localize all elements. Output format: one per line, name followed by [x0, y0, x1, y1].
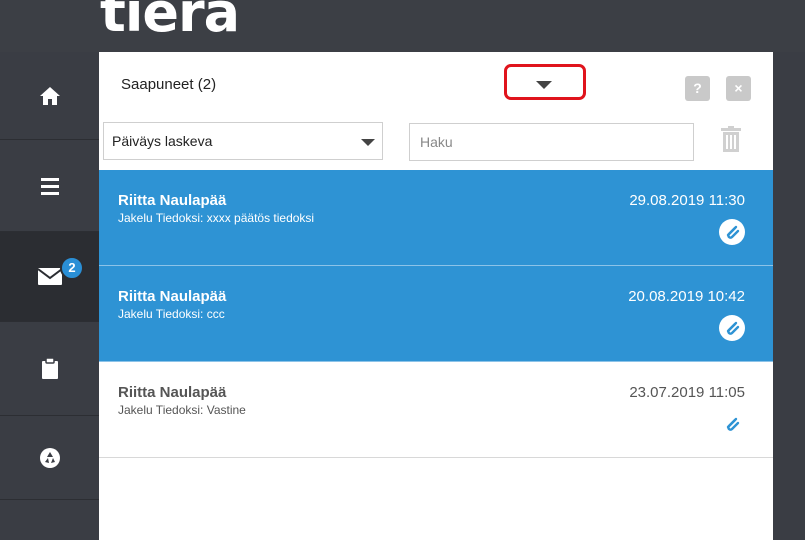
recycle-icon [39, 447, 61, 469]
chevron-down-icon [536, 81, 552, 89]
sidebar-item-home[interactable] [0, 52, 99, 140]
unread-badge: 2 [60, 256, 84, 280]
message-subject: Jakelu Tiedoksi: ccc [118, 307, 225, 321]
sort-select-value: Päiväys laskeva [112, 133, 213, 149]
message-date: 29.08.2019 11:30 [629, 192, 745, 209]
attachment-icon [719, 219, 745, 245]
mail-icon [37, 268, 62, 285]
message-row[interactable]: Riitta Naulapää Jakelu Tiedoksi: Vastine… [99, 362, 773, 458]
sort-select[interactable]: Päiväys laskeva [103, 122, 383, 160]
sidebar: 2 [0, 52, 99, 540]
message-subject: Jakelu Tiedoksi: xxxx päätös tiedoksi [118, 211, 315, 225]
sidebar-item-menu[interactable] [0, 140, 99, 232]
menu-icon [40, 177, 59, 195]
help-button[interactable]: ? [685, 76, 710, 101]
app-root: tiera 2 Saapuneet (2) ? × Päiväys laskev… [0, 0, 805, 540]
trash-icon[interactable] [721, 126, 741, 157]
right-edge-bar [773, 52, 805, 540]
message-date: 20.08.2019 10:42 [628, 288, 745, 305]
home-icon [39, 86, 61, 106]
chevron-down-icon [361, 139, 375, 146]
attachment-icon [719, 411, 745, 437]
message-sender: Riitta Naulapää [118, 384, 227, 401]
close-button[interactable]: × [726, 76, 751, 101]
message-list: Riitta Naulapää Jakelu Tiedoksi: xxxx pä… [99, 170, 773, 458]
inbox-panel: Saapuneet (2) ? × Päiväys laskeva Riitta… [99, 52, 773, 540]
sidebar-item-recycle[interactable] [0, 416, 99, 500]
top-header: tiera [0, 0, 805, 52]
attachment-icon [719, 315, 745, 341]
panel-title: Saapuneet (2) [121, 76, 217, 93]
search-input[interactable] [409, 123, 694, 161]
message-row[interactable]: Riitta Naulapää Jakelu Tiedoksi: ccc 20.… [99, 266, 773, 362]
sidebar-item-messages[interactable]: 2 [0, 232, 99, 322]
message-sender: Riitta Naulapää [118, 192, 227, 209]
folder-dropdown-button[interactable] [504, 64, 586, 100]
filter-row: Päiväys laskeva [99, 118, 773, 170]
panel-header: Saapuneet (2) ? × [99, 52, 773, 118]
clipboard-icon [41, 358, 58, 379]
message-date: 23.07.2019 11:05 [629, 384, 745, 401]
message-row[interactable]: Riitta Naulapää Jakelu Tiedoksi: xxxx pä… [99, 170, 773, 266]
sidebar-item-clipboard[interactable] [0, 322, 99, 416]
message-sender: Riitta Naulapää [118, 288, 227, 305]
app-logo: tiera [100, 0, 240, 44]
message-subject: Jakelu Tiedoksi: Vastine [118, 403, 246, 417]
